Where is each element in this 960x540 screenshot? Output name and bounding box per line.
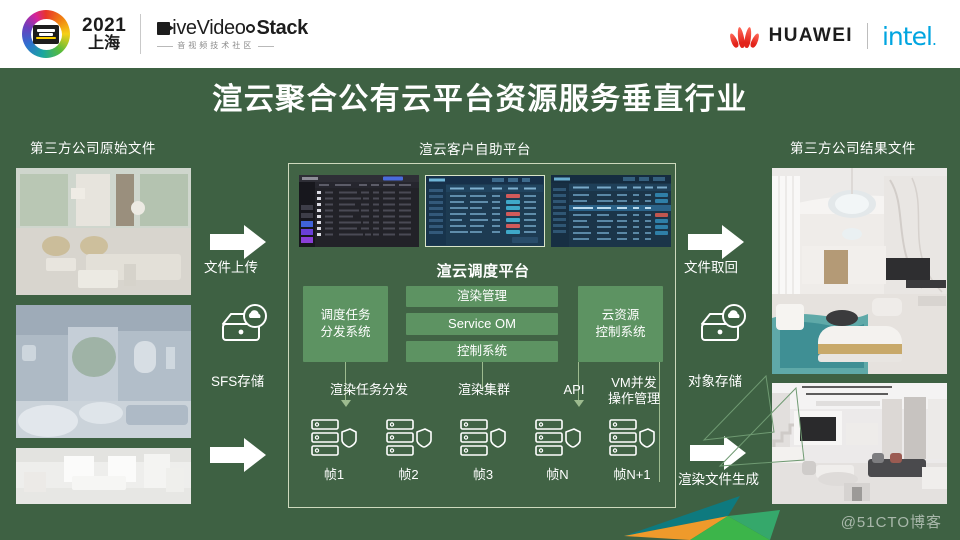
second-upload-arrow-icon	[210, 438, 266, 472]
platform-name-label: 渲云调度平台	[436, 263, 530, 280]
retrieve-arrow-label: 文件取回	[684, 260, 738, 275]
render-output-arrow-icon	[690, 436, 746, 470]
connector-arrow-api	[574, 400, 584, 407]
render-node-1[interactable]: 帧1	[301, 418, 367, 483]
render-node-3[interactable]: 帧3	[450, 418, 516, 483]
render-node-caption: 帧N	[546, 467, 569, 482]
block-dispatch-system[interactable]: 调度任务 分发系统	[303, 286, 388, 362]
sfs-storage-icon	[215, 302, 269, 352]
partner-divider	[866, 23, 868, 49]
watermark-label: @51CTO博客	[840, 514, 942, 531]
logo-word-video: Video	[196, 17, 246, 39]
logo-tagline: 音视频技术社区	[177, 41, 255, 50]
render-node-list: 帧1 帧2 帧3 帧N 帧N+1	[301, 418, 665, 483]
dashboard-screenshot-3[interactable]	[551, 175, 671, 247]
block-service-om[interactable]: Service OM	[406, 313, 558, 335]
block-cloud-line1: 云资源	[601, 308, 640, 323]
play-flag-icon	[157, 21, 175, 35]
block-cloud-line2: 控制系统	[595, 325, 646, 339]
render-node-caption: 帧N+1	[613, 467, 651, 482]
tagline-rule-left	[157, 45, 174, 47]
column-label-source-files: 第三方公司原始文件	[30, 141, 156, 156]
livevideostack-ring-icon	[22, 10, 70, 58]
huawei-flower-icon	[727, 24, 761, 49]
huawei-wordmark: HUAWEI	[768, 25, 853, 46]
block-control-system[interactable]: 控制系统	[406, 341, 558, 362]
block-dispatch-line2: 分发系统	[320, 325, 371, 339]
column-label-platform: 渲云客户自助平台	[419, 142, 531, 157]
render-node-caption: 帧3	[472, 467, 494, 482]
flow-label-vm-line2: 操作管理	[607, 391, 660, 407]
origami-decor-icon	[624, 496, 780, 540]
event-logo: 2021 上海 ive Video Stack 音视频技术社区	[22, 10, 308, 58]
server-shield-icon	[460, 419, 506, 456]
column-label-result-files: 第三方公司结果文件	[790, 141, 916, 156]
platform-block-diagram: 调度任务 分发系统 渲染管理 Service OM 控制系统 云资源 控制系统	[303, 286, 663, 362]
dashboard-screenshot-2[interactable]	[425, 175, 545, 247]
page-title: 渲云聚合公有云平台资源服务垂直行业	[212, 83, 748, 116]
partner-logos: HUAWEI intel.	[727, 20, 937, 52]
flow-label-api: API	[563, 382, 585, 397]
object-storage-label: 对象存储	[688, 374, 742, 389]
block-render-management[interactable]: 渲染管理	[406, 286, 558, 307]
retrieve-arrow-icon	[688, 225, 744, 259]
event-year: 2021	[82, 14, 127, 36]
server-shield-icon	[534, 419, 581, 456]
flow-label-vm-concurrency: VM并发 操作管理	[597, 375, 671, 408]
render-node-5[interactable]: 帧N+1	[599, 418, 665, 483]
connector-arrow-dispatch	[341, 400, 351, 407]
flow-label-render-cluster: 渲染集群	[457, 382, 510, 397]
flow-label-render-dispatch: 渲染任务分发	[329, 382, 408, 397]
upload-arrow-label: 文件上传	[204, 260, 258, 275]
huawei-logo: HUAWEI	[727, 24, 853, 49]
event-city: 上海	[88, 34, 121, 52]
logo-word-stack: Stack	[256, 17, 308, 39]
source-render-image-3	[16, 448, 191, 504]
flow-label-vm-line1: VM并发	[611, 375, 657, 390]
source-render-image-2	[16, 305, 191, 438]
render-output-arrow-label: 渲染文件生成	[678, 472, 759, 487]
server-shield-icon	[311, 419, 357, 456]
logo-dot-icon	[246, 23, 256, 33]
server-shield-icon	[385, 419, 432, 456]
intel-wordmark: intel	[881, 21, 933, 51]
render-node-4[interactable]: 帧N	[525, 418, 591, 483]
render-node-caption: 帧1	[323, 467, 345, 482]
header-bar: 2021 上海 ive Video Stack 音视频技术社区 HUAWEI int…	[0, 0, 960, 68]
source-render-image-1	[16, 168, 191, 295]
block-dispatch-line1: 调度任务	[320, 308, 371, 323]
intel-dot: .	[931, 29, 937, 49]
dashboard-screenshots	[299, 175, 671, 247]
intel-logo: intel.	[881, 21, 937, 51]
sfs-storage-label: SFS存储	[211, 374, 265, 389]
event-year-city: 2021 上海	[82, 14, 140, 53]
platform-panel: 渲云调度平台 调度任务 分发系统 渲染管理 Service OM 控制系统 云资…	[288, 163, 676, 508]
logo-divider	[140, 14, 142, 54]
object-storage-icon	[694, 302, 748, 352]
result-render-image-2	[772, 383, 947, 504]
upload-arrow-icon	[210, 225, 266, 259]
dashboard-screenshot-1[interactable]	[299, 175, 419, 247]
result-render-image-1	[772, 168, 947, 374]
server-shield-icon	[609, 419, 655, 456]
logo-word-live: ive	[172, 17, 197, 39]
block-cloud-resource-control[interactable]: 云资源 控制系统	[578, 286, 663, 362]
livevideostack-wordmark: ive Video Stack 音视频技术社区	[157, 18, 308, 50]
render-node-caption: 帧2	[398, 467, 419, 482]
render-node-2[interactable]: 帧2	[376, 418, 442, 483]
tagline-rule-right	[258, 45, 275, 47]
